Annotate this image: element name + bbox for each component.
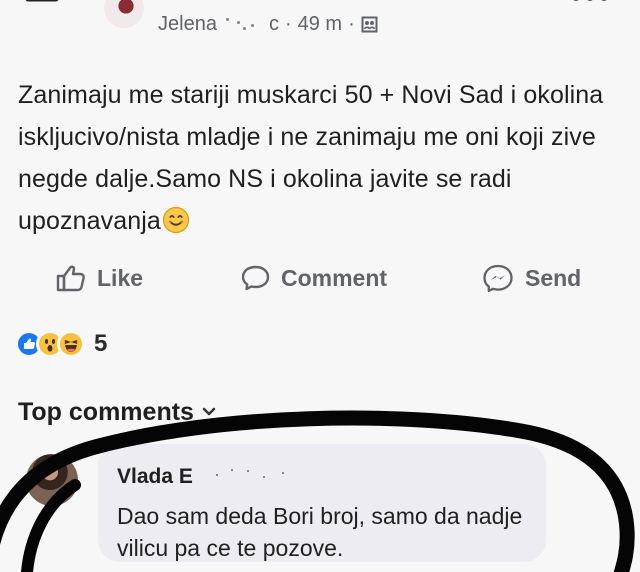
comment-label: Comment <box>281 264 388 291</box>
post-text: Zanimaju me stariji muskarci 50 + Novi S… <box>18 81 604 235</box>
haha-reaction-icon <box>57 330 85 358</box>
friends-icon <box>361 16 378 32</box>
commenter-avatar[interactable] <box>26 454 78 506</box>
comment-icon <box>241 265 270 291</box>
post-time[interactable]: 49 m <box>298 13 342 36</box>
comment-bubble: Vlada E Dao sam deda Bori broj, samo da … <box>98 444 546 562</box>
facebook-post: Jelena c · 49 m · Zanimaju me stariji mu… <box>0 0 640 572</box>
comment-author[interactable]: Vlada E <box>117 465 193 489</box>
like-icon <box>56 265 85 292</box>
comment-button[interactable]: Comment <box>240 258 387 298</box>
post-header: Jelena c · 49 m · <box>0 0 640 50</box>
reaction-summary[interactable]: 5 <box>15 328 107 360</box>
like-button[interactable]: Like <box>55 258 143 298</box>
meta-separator: · <box>284 12 292 35</box>
top-comments-label: Top comments <box>18 397 194 426</box>
post-body: Zanimaju me stariji muskarci 50 + Novi S… <box>18 74 623 242</box>
send-label: Send <box>525 264 582 291</box>
messenger-icon <box>483 264 513 293</box>
author-suffix: c <box>268 12 279 35</box>
post-meta: Jelena c · 49 m · <box>158 10 378 38</box>
obscured-comment-author-text <box>216 466 306 484</box>
like-label: Like <box>97 264 144 291</box>
smiling-face-icon <box>162 206 189 234</box>
comment-text: Dao sam deda Bori broj, samo da nadje vi… <box>117 503 523 561</box>
meta-separator: · <box>348 12 355 35</box>
obscured-author-text <box>223 17 263 31</box>
back-arrow-icon[interactable] <box>22 0 62 16</box>
chevron-down-icon <box>202 407 216 416</box>
author-name[interactable]: Jelena <box>158 13 217 36</box>
author-avatar[interactable] <box>104 0 144 28</box>
more-icon[interactable] <box>565 0 615 5</box>
top-comments-filter[interactable]: Top comments <box>18 394 216 430</box>
reaction-count: 5 <box>94 330 108 357</box>
send-button[interactable]: Send <box>481 258 581 298</box>
post-actions: Like Comment Send <box>0 258 640 298</box>
